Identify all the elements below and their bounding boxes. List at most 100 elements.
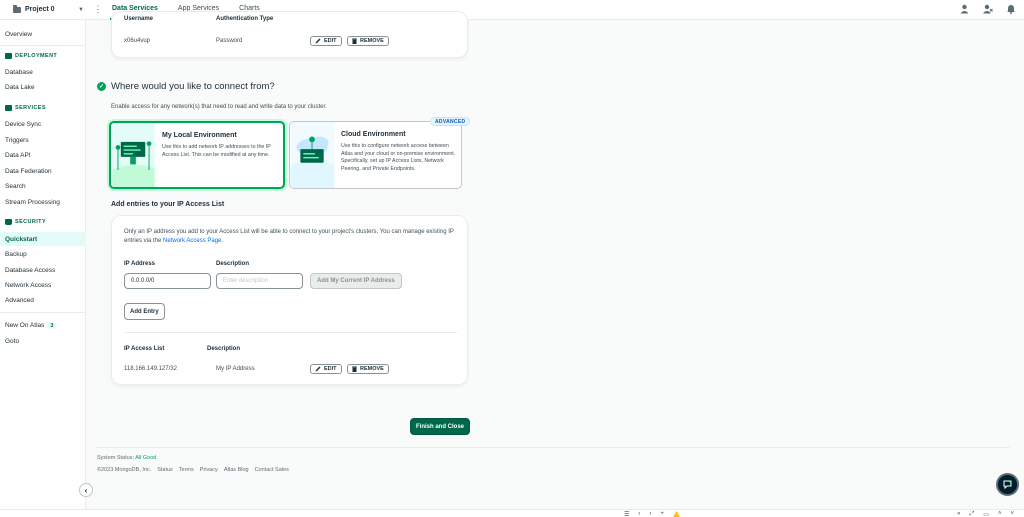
heading-label: SECURITY (15, 219, 47, 225)
sidebar-item-advanced[interactable]: Advanced (5, 297, 34, 304)
sidebar-divider (0, 312, 86, 313)
advanced-badge: ADVANCED (430, 117, 471, 126)
heading-label: SERVICES (15, 105, 46, 111)
sidebar-item-overview[interactable]: Overview (5, 31, 32, 38)
description-input[interactable]: Enter description (216, 273, 303, 289)
warning-icon (672, 511, 680, 517)
project-selector[interactable]: Project 0 ▼ (0, 0, 90, 20)
info-suffix: . (221, 237, 224, 244)
pencil-icon (315, 38, 321, 44)
sidebar-item-data-federation[interactable]: Data Federation (5, 168, 52, 175)
bottom-bar-right-controls: » ⤢ ▭ ˄ ˅ (957, 510, 1014, 517)
sidebar-item-database[interactable]: Database (5, 69, 33, 76)
auth-type-cell: Password (216, 38, 243, 44)
local-environment-title: My Local Environment (162, 132, 237, 139)
cloud-environment-option[interactable]: Cloud Environment Use this to configure … (289, 121, 462, 189)
network-access-page-link[interactable]: Network Access Page (163, 238, 221, 244)
bookmark-icon[interactable]: ▭ (983, 511, 989, 517)
local-environment-description: Use this to add network IP addresses to … (162, 144, 271, 158)
chevron-up-icon[interactable]: ˄ (998, 511, 1002, 517)
edit-label: EDIT (324, 38, 337, 44)
sidebar-item-quickstart[interactable]: Quickstart (5, 236, 37, 243)
column-header-auth-type: Authentication Type (216, 16, 274, 22)
user-invite-icon[interactable] (983, 4, 993, 14)
services-icon (5, 105, 12, 111)
column-header-description: Description (207, 346, 241, 352)
footer-link-privacy[interactable]: Privacy (200, 467, 218, 473)
ip-address-input[interactable]: 0.0.0.0/0 (124, 273, 211, 289)
trash-icon (352, 38, 357, 44)
project-name: Project 0 (25, 6, 55, 13)
chevron-right-icon[interactable]: › (649, 511, 651, 517)
ip-address-label: IP Address (124, 261, 156, 267)
ip-description-cell: My IP Address (216, 366, 255, 372)
sidebar-item-new-on-atlas[interactable]: New On Atlas 3 (5, 322, 57, 329)
count-badge: 3 (47, 323, 57, 329)
footer-link-atlas-blog[interactable]: Atlas Blog (224, 467, 249, 473)
expand-icon[interactable]: ⤢ (969, 511, 974, 517)
edit-ip-button[interactable]: EDIT (310, 364, 342, 374)
connect-description: Enable access for any network(s) that ne… (111, 104, 327, 110)
lock-icon (5, 219, 12, 225)
edit-user-button[interactable]: EDIT (310, 36, 342, 46)
chevron-down-icon: ▼ (78, 6, 84, 13)
ip-access-info: Only an IP address you add to your Acces… (124, 228, 459, 245)
ip-entry-cell: 118.166.149.127/32 (124, 366, 177, 372)
main-content: Username Authentication Type x06u4vup Pa… (87, 11, 1024, 517)
chevron-left-icon[interactable]: ‹ (638, 511, 640, 517)
sidebar-item-database-access[interactable]: Database Access (5, 267, 55, 274)
sidebar-item-goto[interactable]: Goto (5, 338, 19, 345)
left-sidebar: Overview DEPLOYMENT Database Data Lake S… (0, 20, 86, 517)
sidebar-item-data-lake[interactable]: Data Lake (5, 84, 35, 91)
chevron-down-icon[interactable]: ˅ (1010, 511, 1014, 517)
more-options-icon[interactable]: ⋮ (90, 4, 106, 15)
bell-icon[interactable] (1006, 4, 1016, 14)
connect-heading: Where would you like to connect from? (111, 81, 275, 92)
footer-link-status[interactable]: Status (157, 467, 173, 473)
column-header-username: Username (124, 16, 154, 22)
user-settings-icon[interactable] (960, 4, 970, 14)
trash-icon (352, 366, 357, 372)
edit-label: EDIT (324, 366, 337, 372)
remove-label: REMOVE (360, 366, 384, 372)
remove-user-button[interactable]: REMOVE (347, 36, 389, 46)
section-divider (124, 332, 457, 333)
column-header-ip-access-list: IP Access List (124, 346, 165, 352)
double-chevron-icon[interactable]: » (957, 511, 960, 517)
bottom-bar-controls: ☰ ‹ › + (624, 510, 680, 517)
sidebar-heading-deployment: DEPLOYMENT (5, 53, 57, 59)
remove-ip-button[interactable]: REMOVE (347, 364, 389, 374)
add-current-ip-button[interactable]: Add My Current IP Address (310, 273, 402, 289)
cloud-environment-title: Cloud Environment (341, 131, 406, 138)
sidebar-item-search[interactable]: Search (5, 183, 26, 190)
sidebar-item-network-access[interactable]: Network Access (5, 282, 51, 289)
sidebar-heading-services: SERVICES (5, 105, 46, 111)
footer-link-contact-sales[interactable]: Contact Sales (255, 467, 289, 473)
sidebar-item-triggers[interactable]: Triggers (5, 137, 29, 144)
add-entry-button[interactable]: Add Entry (124, 303, 165, 320)
ip-access-heading: Add entries to your IP Access List (111, 201, 225, 208)
status-value-link[interactable]: All Good (135, 455, 156, 461)
sidebar-item-data-api[interactable]: Data API (5, 152, 31, 159)
remove-label: REMOVE (360, 38, 384, 44)
footer-link-terms[interactable]: Terms (179, 467, 194, 473)
menu-icon[interactable]: ☰ (624, 511, 629, 517)
description-label: Description (216, 261, 250, 267)
browser-bottom-bar: ☰ ‹ › + » ⤢ ▭ ˄ ˅ (0, 509, 1024, 517)
cloud-environment-illustration (290, 122, 335, 188)
sidebar-item-backup[interactable]: Backup (5, 251, 27, 258)
cloud-environment-description: Use this to configure network access bet… (341, 143, 456, 173)
chat-icon (1003, 480, 1012, 490)
status-label: System Status: (97, 455, 134, 461)
local-environment-option[interactable]: My Local Environment Use this to add net… (109, 121, 285, 189)
footer-links: ©2023 MongoDB, Inc. Status Terms Privacy… (97, 467, 289, 473)
assistant-chat-button[interactable] (996, 473, 1019, 496)
finish-and-close-button[interactable]: Finish and Close (410, 418, 470, 435)
heading-label: DEPLOYMENT (15, 53, 58, 59)
top-right-icons (960, 4, 1016, 14)
sidebar-item-device-sync[interactable]: Device Sync (5, 121, 41, 128)
ip-access-card: Only an IP address you add to your Acces… (111, 215, 468, 385)
sidebar-item-stream-processing[interactable]: Stream Processing (5, 199, 60, 206)
completed-check-icon: ✓ (97, 82, 106, 91)
plus-icon[interactable]: + (660, 511, 664, 517)
